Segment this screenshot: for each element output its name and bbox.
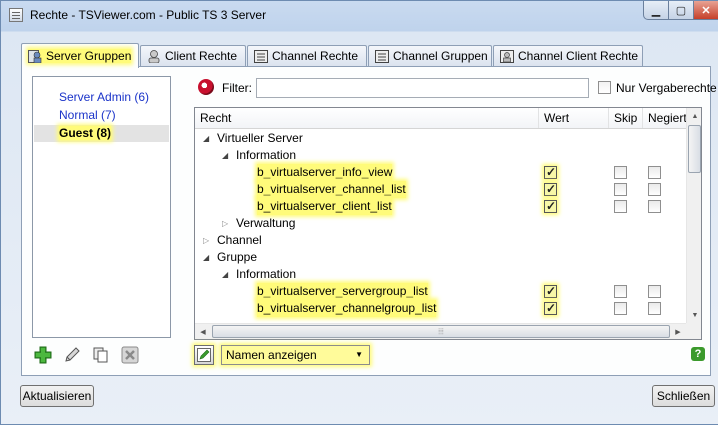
- edit-permission-icon[interactable]: [194, 345, 214, 365]
- horizontal-scrollbar[interactable]: ◀ ⦙⦙⦙ ▶: [195, 323, 686, 339]
- copy-icon[interactable]: [90, 345, 111, 365]
- scroll-left-icon[interactable]: ◀: [195, 324, 211, 339]
- client-permissions-icon: [147, 49, 161, 63]
- tree-row[interactable]: ◢ Virtueller Server: [195, 130, 686, 147]
- tab-server-gruppen[interactable]: Server Gruppen: [21, 43, 139, 68]
- only-granted-label: Nur Vergaberechte: [616, 81, 717, 95]
- chevron-down-icon: ▼: [355, 350, 363, 359]
- window-title: Rechte - TSViewer.com - Public TS 3 Serv…: [30, 8, 267, 22]
- skip-checkbox[interactable]: [614, 200, 627, 213]
- channel-client-permissions-icon: [500, 49, 514, 63]
- group-item-server-admin[interactable]: Server Admin (6): [34, 89, 169, 106]
- permission-row[interactable]: b_virtualserver_client_list: [195, 198, 686, 215]
- tree-row[interactable]: ▷ Verwaltung: [195, 215, 686, 232]
- edit-icon[interactable]: [61, 345, 82, 365]
- expanded-arrow-icon[interactable]: ◢: [222, 147, 228, 164]
- channel-permissions-icon: [254, 49, 268, 63]
- minimize-icon[interactable]: ▁: [643, 1, 669, 20]
- tab-channel-gruppen[interactable]: Channel Gruppen: [368, 45, 492, 66]
- skip-checkbox[interactable]: [614, 302, 627, 315]
- collapsed-arrow-icon[interactable]: ▷: [222, 215, 228, 232]
- permission-row[interactable]: b_virtualserver_channel_list: [195, 181, 686, 198]
- permission-tree[interactable]: Recht Wert Skip Negiert ◢ Virtueller Ser…: [194, 107, 702, 340]
- close-icon[interactable]: ✕: [694, 1, 718, 20]
- view-mode-select[interactable]: Namen anzeigen ▼: [221, 345, 370, 365]
- window-controls: ▁ ▢ ✕: [643, 1, 718, 21]
- wert-checkbox[interactable]: [544, 164, 557, 181]
- column-recht[interactable]: Recht: [195, 108, 539, 128]
- permission-row[interactable]: b_virtualserver_servergroup_list: [195, 283, 686, 300]
- vertical-scroll-thumb[interactable]: [688, 125, 701, 173]
- scroll-right-icon[interactable]: ▶: [670, 324, 686, 339]
- only-granted-checkbox[interactable]: [598, 81, 611, 94]
- server-groups-panel: Server Admin (6) Normal (7) Guest (8) Fi…: [21, 66, 717, 376]
- scroll-up-icon[interactable]: ▲: [687, 108, 701, 124]
- wert-checkbox[interactable]: [544, 181, 557, 198]
- negiert-checkbox[interactable]: [648, 166, 661, 179]
- tab-client-rechte[interactable]: Client Rechte: [140, 45, 246, 66]
- negiert-checkbox[interactable]: [648, 302, 661, 315]
- filter-label: Filter:: [222, 81, 252, 95]
- vertical-scrollbar[interactable]: ▲ ▼: [686, 108, 701, 323]
- column-negiert[interactable]: Negiert: [643, 108, 687, 128]
- server-groups-icon: [28, 49, 42, 63]
- horizontal-scroll-thumb[interactable]: ⦙⦙⦙: [212, 325, 670, 338]
- table-header: Recht Wert Skip Negiert: [195, 108, 687, 129]
- filter-input[interactable]: [256, 78, 589, 98]
- server-group-list[interactable]: Server Admin (6) Normal (7) Guest (8): [32, 76, 171, 338]
- tab-channel-rechte[interactable]: Channel Rechte: [247, 45, 367, 66]
- group-item-normal[interactable]: Normal (7): [34, 107, 169, 124]
- permission-row[interactable]: b_virtualserver_info_view: [195, 164, 686, 181]
- expanded-arrow-icon[interactable]: ◢: [203, 249, 209, 266]
- group-item-guest[interactable]: Guest (8): [34, 125, 169, 142]
- close-button[interactable]: Schließen: [652, 385, 715, 407]
- delete-icon[interactable]: [119, 345, 140, 365]
- negiert-checkbox[interactable]: [648, 183, 661, 196]
- title-bar[interactable]: Rechte - TSViewer.com - Public TS 3 Serv…: [1, 1, 718, 31]
- window-icon: [9, 8, 23, 22]
- channel-groups-icon: [375, 49, 389, 63]
- permissions-window: Rechte - TSViewer.com - Public TS 3 Serv…: [0, 0, 718, 425]
- group-toolbar: [32, 345, 140, 365]
- expanded-arrow-icon[interactable]: ◢: [203, 130, 209, 147]
- wert-checkbox[interactable]: [544, 300, 557, 317]
- collapsed-arrow-icon[interactable]: ▷: [203, 232, 209, 249]
- skip-checkbox[interactable]: [614, 285, 627, 298]
- maximize-icon[interactable]: ▢: [669, 1, 694, 20]
- expanded-arrow-icon[interactable]: ◢: [222, 266, 228, 283]
- refresh-button[interactable]: Aktualisieren: [20, 385, 94, 407]
- wert-checkbox[interactable]: [544, 283, 557, 300]
- tree-row[interactable]: ▷ Channel: [195, 232, 686, 249]
- tab-channel-client-rechte[interactable]: Channel Client Rechte: [493, 45, 643, 66]
- skip-checkbox[interactable]: [614, 183, 627, 196]
- column-wert[interactable]: Wert: [539, 108, 609, 128]
- skip-checkbox[interactable]: [614, 166, 627, 179]
- tree-row[interactable]: ◢ Information: [195, 147, 686, 164]
- wert-checkbox[interactable]: [544, 198, 557, 215]
- help-icon[interactable]: ?: [691, 347, 705, 361]
- negiert-checkbox[interactable]: [648, 200, 661, 213]
- scroll-corner: [686, 323, 701, 339]
- add-icon[interactable]: [32, 345, 53, 365]
- clear-filter-icon[interactable]: [198, 79, 214, 95]
- tree-row[interactable]: ◢ Information: [195, 266, 686, 283]
- negiert-checkbox[interactable]: [648, 285, 661, 298]
- tree-row[interactable]: ◢ Gruppe: [195, 249, 686, 266]
- scroll-down-icon[interactable]: ▼: [687, 307, 701, 323]
- column-skip[interactable]: Skip: [609, 108, 643, 128]
- permission-row[interactable]: b_virtualserver_channelgroup_list: [195, 300, 686, 317]
